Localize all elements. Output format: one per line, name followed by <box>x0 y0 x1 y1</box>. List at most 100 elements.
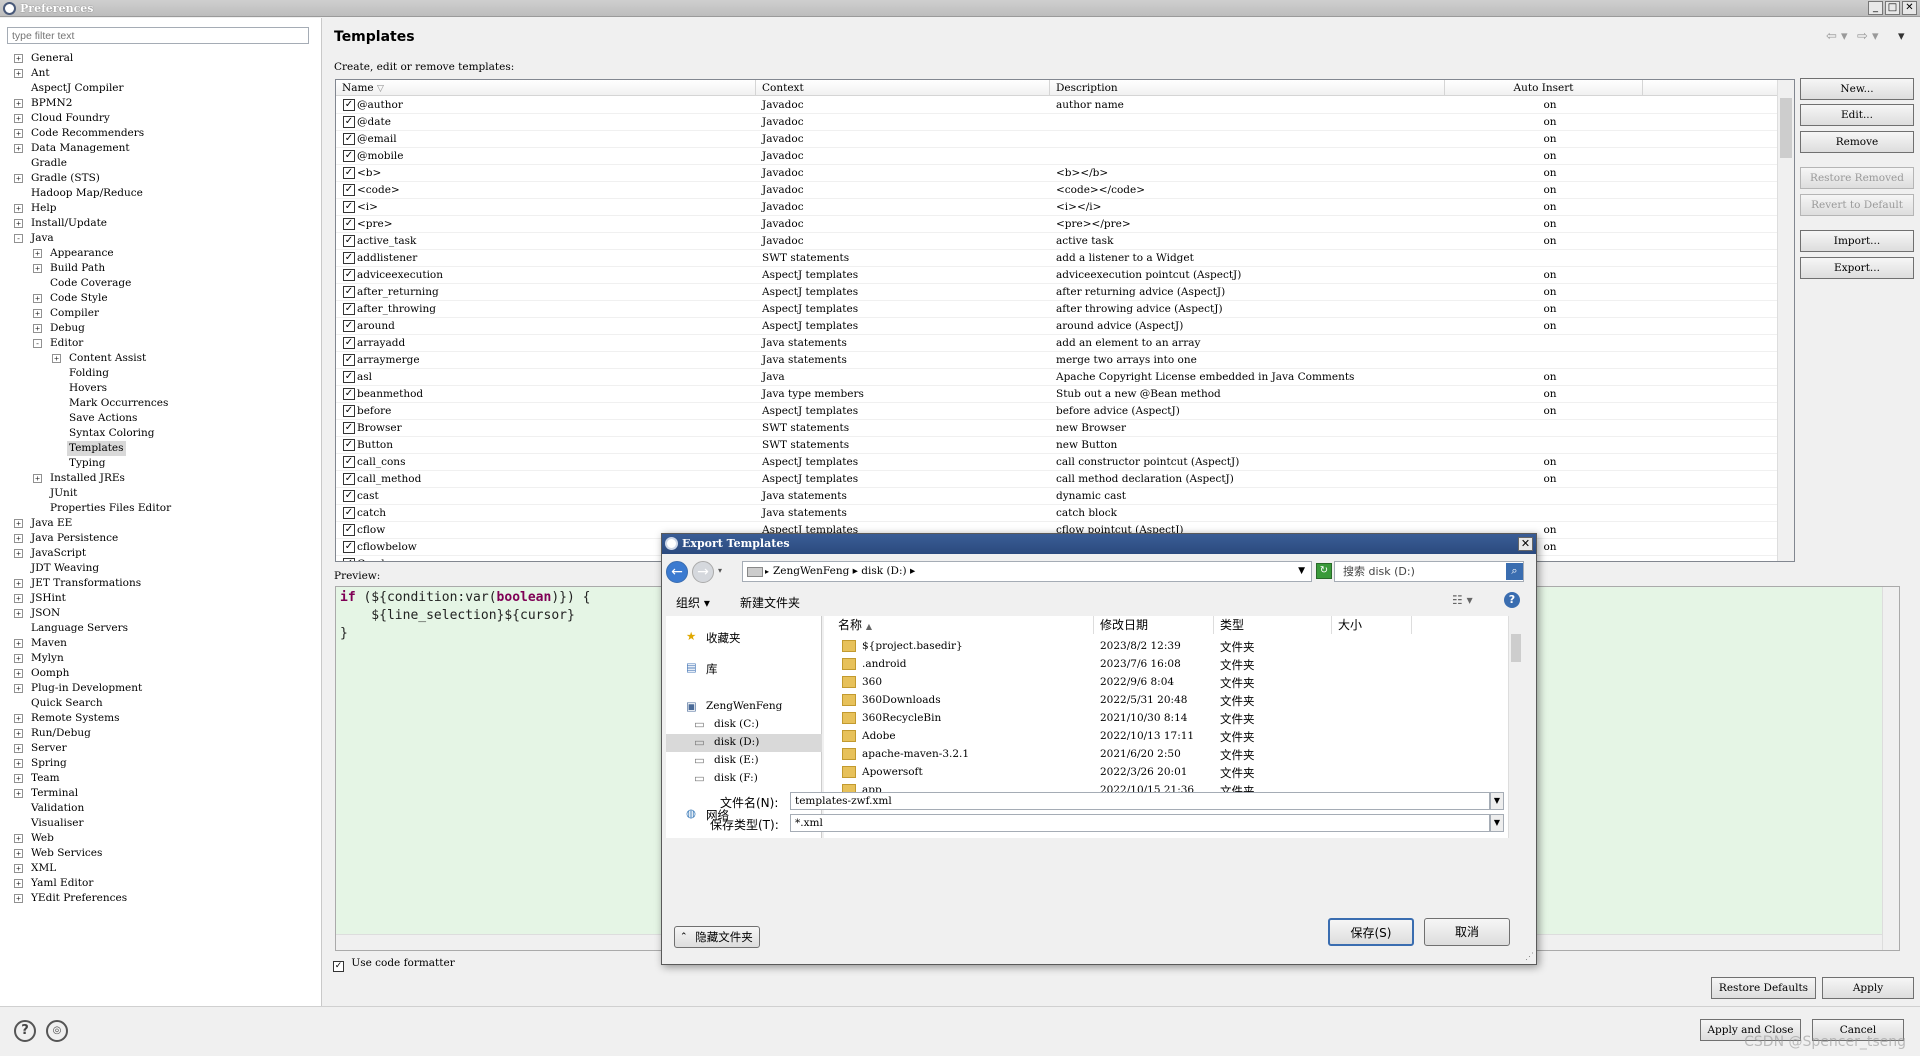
expand-icon[interactable]: + <box>33 324 42 333</box>
collapse-icon[interactable]: - <box>14 234 23 243</box>
hide-folders-button[interactable]: ⌃ 隐藏文件夹 <box>674 926 760 948</box>
enabled-checkbox[interactable]: ✓ <box>343 439 355 451</box>
edit-button[interactable]: Edit... <box>1800 104 1914 126</box>
enabled-checkbox[interactable]: ✓ <box>343 320 355 332</box>
nav-item[interactable]: ★ 收藏夹 <box>666 628 822 646</box>
column-type[interactable]: 类型 <box>1214 616 1332 634</box>
breadcrumb-computer[interactable]: ZengWenFeng <box>773 565 849 577</box>
preview-vertical-scrollbar[interactable] <box>1882 587 1899 950</box>
dialog-cancel-button[interactable]: 取消 <box>1424 918 1510 946</box>
refresh-icon[interactable]: ↻ <box>1316 563 1332 579</box>
table-scrollbar[interactable] <box>1777 80 1794 561</box>
table-row[interactable]: ✓ arraymerge Java statements merge two arra… <box>336 352 1777 369</box>
enabled-checkbox[interactable]: ✓ <box>343 388 355 400</box>
expand-icon[interactable]: + <box>14 714 23 723</box>
expand-icon[interactable]: + <box>14 204 23 213</box>
expand-icon[interactable]: + <box>33 249 42 258</box>
column-date[interactable]: 修改日期 <box>1094 616 1214 634</box>
revert-to-default-button[interactable]: Revert to Default <box>1800 194 1914 216</box>
expand-icon[interactable]: + <box>33 309 42 318</box>
nav-item[interactable]: ▭ disk (E:) <box>666 752 822 770</box>
expand-icon[interactable]: + <box>14 759 23 768</box>
save-button[interactable]: 保存(S) <box>1328 918 1414 946</box>
expand-icon[interactable]: + <box>14 579 23 588</box>
table-row[interactable]: ✓ asl Java Apache Copyright License embedde… <box>336 369 1777 386</box>
close-button[interactable]: ✕ <box>1902 1 1917 15</box>
expand-icon[interactable]: + <box>14 654 23 663</box>
column-name[interactable]: Name ▽ <box>336 80 756 96</box>
column-context[interactable]: Context <box>756 80 1050 96</box>
table-row[interactable]: ✓ @email Javadoc on <box>336 131 1777 148</box>
enabled-checkbox[interactable]: ✓ <box>343 99 355 111</box>
table-row[interactable]: ✓ @author Javadoc author name on <box>336 97 1777 114</box>
export-button[interactable]: Export... <box>1800 257 1914 279</box>
organize-menu[interactable]: 组织 ▾ <box>676 594 710 611</box>
enabled-checkbox[interactable]: ✓ <box>343 269 355 281</box>
expand-icon[interactable]: + <box>14 69 23 78</box>
enabled-checkbox[interactable]: ✓ <box>343 541 355 553</box>
enabled-checkbox[interactable]: ✓ <box>343 490 355 502</box>
search-icon[interactable]: ⌕ <box>1506 563 1523 580</box>
enabled-checkbox[interactable]: ✓ <box>343 235 355 247</box>
table-scrollbar-thumb[interactable] <box>1780 98 1792 158</box>
table-row[interactable]: ✓ @date Javadoc on <box>336 114 1777 131</box>
forward-arrow-icon[interactable]: → <box>692 561 714 583</box>
enabled-checkbox[interactable]: ✓ <box>343 201 355 213</box>
table-row[interactable]: ✓ arrayadd Java statements add an element t… <box>336 335 1777 352</box>
filetype-dropdown-icon[interactable]: ▼ <box>1490 814 1504 832</box>
table-row[interactable]: ✓ Browser SWT statements new Browser <box>336 420 1777 437</box>
expand-icon[interactable]: + <box>14 99 23 108</box>
expand-icon[interactable]: + <box>14 609 23 618</box>
import-button[interactable]: Import... <box>1800 230 1914 252</box>
resize-grip-icon[interactable]: ⋰ <box>1525 952 1534 962</box>
dialog-close-button[interactable]: ✕ <box>1518 537 1533 551</box>
expand-icon[interactable]: + <box>14 219 23 228</box>
enabled-checkbox[interactable]: ✓ <box>343 218 355 230</box>
filter-input[interactable] <box>7 27 309 44</box>
table-row[interactable]: ✓ <pre> Javadoc <pre></pre> on <box>336 216 1777 233</box>
table-row[interactable]: ✓ cast Java statements dynamic cast <box>336 488 1777 505</box>
column-auto-insert[interactable]: Auto Insert <box>1445 80 1643 96</box>
collapse-icon[interactable]: - <box>33 339 42 348</box>
expand-icon[interactable]: + <box>14 729 23 738</box>
table-row[interactable]: ✓ <b> Javadoc <b></b> on <box>336 165 1777 182</box>
preferences-import-export-icon[interactable]: ◎ <box>46 1020 68 1042</box>
expand-icon[interactable]: + <box>14 54 23 63</box>
expand-icon[interactable]: + <box>14 864 23 873</box>
use-code-formatter-option[interactable]: ✓ Use code formatter <box>333 957 455 972</box>
expand-icon[interactable]: + <box>52 354 61 363</box>
recent-dropdown-icon[interactable]: ▾ <box>718 566 722 575</box>
nav-item[interactable]: ▣ ZengWenFeng <box>666 698 822 716</box>
table-row[interactable]: ✓ beanmethod Java type members Stub out a n… <box>336 386 1777 403</box>
enabled-checkbox[interactable]: ✓ <box>343 422 355 434</box>
use-code-formatter-checkbox[interactable]: ✓ <box>333 961 344 972</box>
expand-icon[interactable]: + <box>33 264 42 273</box>
expand-icon[interactable]: + <box>14 849 23 858</box>
enabled-checkbox[interactable]: ✓ <box>343 473 355 485</box>
expand-icon[interactable]: + <box>14 684 23 693</box>
enabled-checkbox[interactable]: ✓ <box>343 337 355 349</box>
expand-icon[interactable]: + <box>33 474 42 483</box>
restore-defaults-button[interactable]: Restore Defaults <box>1711 977 1816 999</box>
nav-item[interactable]: ▭ disk (D:) <box>666 734 822 752</box>
expand-icon[interactable]: + <box>14 834 23 843</box>
expand-icon[interactable]: + <box>14 534 23 543</box>
enabled-checkbox[interactable]: ✓ <box>343 167 355 179</box>
new-button[interactable]: New... <box>1800 78 1914 100</box>
filetype-select[interactable]: *.xml <box>790 814 1490 832</box>
expand-icon[interactable]: + <box>14 744 23 753</box>
enabled-checkbox[interactable]: ✓ <box>343 456 355 468</box>
remove-button[interactable]: Remove <box>1800 131 1914 153</box>
enabled-checkbox[interactable]: ✓ <box>343 524 355 536</box>
nav-item[interactable]: ▤ 库 <box>666 659 822 677</box>
enabled-checkbox[interactable]: ✓ <box>343 150 355 162</box>
table-row[interactable]: ✓ @mobile Javadoc on <box>336 148 1777 165</box>
enabled-checkbox[interactable]: ✓ <box>343 405 355 417</box>
table-row[interactable]: ✓ call_cons AspectJ templates call construc… <box>336 454 1777 471</box>
enabled-checkbox[interactable]: ✓ <box>343 303 355 315</box>
minimize-button[interactable]: _ <box>1868 1 1883 15</box>
enabled-checkbox[interactable]: ✓ <box>343 116 355 128</box>
apply-button[interactable]: Apply <box>1822 977 1914 999</box>
expand-icon[interactable]: + <box>14 774 23 783</box>
expand-icon[interactable]: + <box>14 894 23 903</box>
